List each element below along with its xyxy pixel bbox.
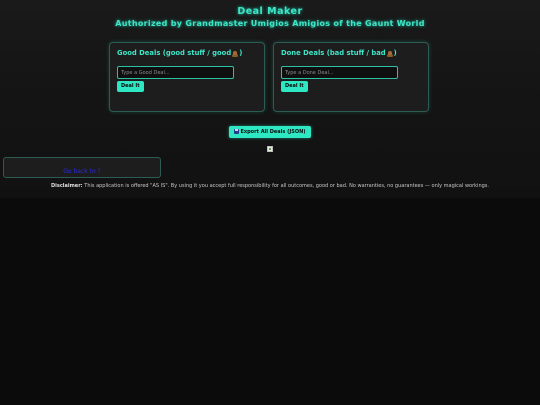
header: Deal Maker Authorized by Grandmaster Umi… [0, 6, 540, 30]
disclaimer-label: Disclaimer: [50, 183, 83, 189]
app-title: Deal Maker [237, 6, 303, 17]
page: Deal Maker Authorized by Grandmaster Umi… [0, 0, 540, 405]
app-subtitle: Authorized by Grandmaster Umigios Amigio… [115, 19, 425, 28]
good-deal-input[interactable] [117, 66, 234, 79]
export-deals-button[interactable]: Export All Deals (JSON) [229, 126, 311, 138]
poop-icon [386, 50, 393, 57]
disclaimer-text: This application is offered "AS IS". By … [82, 183, 489, 189]
go-back-link[interactable]: Go back to ? [63, 168, 101, 176]
floppy-disk-icon [234, 128, 240, 134]
good-deals-panel: Good Deals (good stuff / good ) Deal It [109, 42, 265, 112]
good-deals-title: Good Deals (good stuff / good ) [117, 49, 257, 58]
done-deals-title-text: Done Deals (bad stuff / bad [281, 49, 386, 57]
link-box: Go back to ? [3, 157, 161, 178]
good-deals-title-suffix: ) [239, 49, 243, 57]
poop-icon [232, 50, 239, 57]
disclaimer: Disclaimer: This application is offered … [0, 183, 540, 190]
done-deals-title: Done Deals (bad stuff / bad ) [281, 49, 421, 58]
good-deal-it-button[interactable]: Deal It [117, 81, 144, 92]
export-deals-label: Export All Deals (JSON) [240, 129, 306, 135]
done-deal-input[interactable] [281, 66, 398, 79]
good-deals-title-text: Good Deals (good stuff / good [117, 49, 232, 57]
broken-image-icon [267, 146, 273, 152]
done-deals-title-suffix: ) [393, 49, 397, 57]
done-deals-panel: Done Deals (bad stuff / bad ) Deal It [273, 42, 429, 112]
done-deal-it-button[interactable]: Deal It [281, 81, 308, 92]
